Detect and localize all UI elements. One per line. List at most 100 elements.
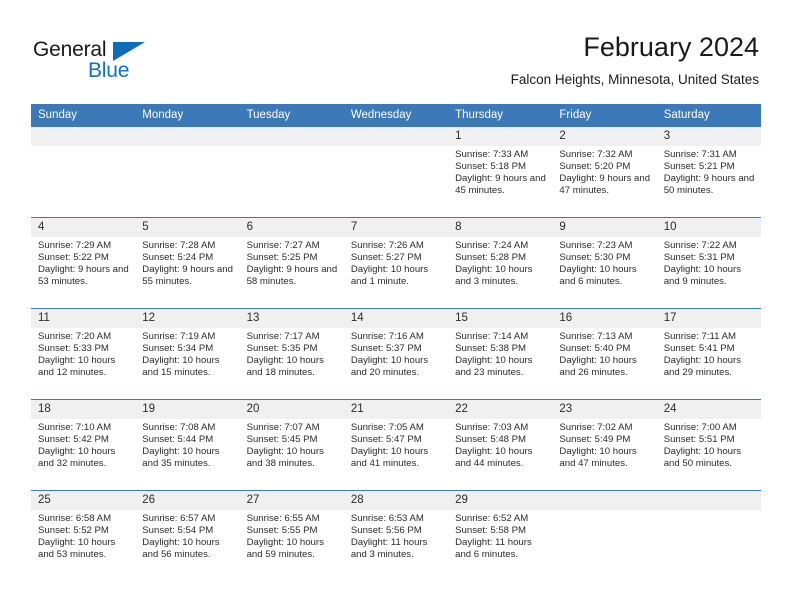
calendar-day-cell[interactable]: 4 Sunrise: 7:29 AM Sunset: 5:22 PM Daylight… — [31, 217, 136, 309]
daylight-text: Daylight: 10 hours and 20 minutes. — [350, 355, 429, 379]
calendar-day-cell[interactable]: 9 Sunrise: 7:23 AM Sunset: 5:30 PM Daylight… — [552, 217, 657, 309]
daylight-text: Daylight: 10 hours and 44 minutes. — [455, 446, 533, 470]
calendar-day-cell[interactable]: 21 Sunrise: 7:05 AM Sunset: 5:47 PM Dayligh… — [343, 399, 449, 491]
day-number: 5 — [135, 218, 240, 237]
day-cell-inner: 19 Sunrise: 7:08 AM Sunset: 5:44 PM Dayligh… — [135, 400, 240, 490]
calendar-day-cell[interactable]: 22 Sunrise: 7:03 AM Sunset: 5:48 PM Dayligh… — [448, 399, 553, 491]
day-cell-inner: 24 Sunrise: 7:00 AM Sunset: 5:51 PM Dayligh… — [656, 400, 761, 490]
day-cell-inner: 12 Sunrise: 7:19 AM Sunset: 5:34 PM Dayligh… — [135, 309, 240, 399]
calendar-day-cell[interactable]: 18 Sunrise: 7:10 AM Sunset: 5:42 PM Dayligh… — [31, 399, 136, 491]
day-details: Sunrise: 7:03 AM Sunset: 5:48 PM Daylight:… — [448, 419, 552, 470]
day-number: 21 — [343, 400, 449, 419]
calendar-day-cell[interactable]: 25 Sunrise: 6:58 AM Sunset: 5:52 PM Dayligh… — [31, 490, 136, 581]
daylight-text: Daylight: 10 hours and 1 minute. — [350, 264, 429, 288]
calendar-day-cell[interactable]: 5 Sunrise: 7:28 AM Sunset: 5:24 PM Daylight… — [135, 217, 240, 309]
sunset-text: Sunset: 5:35 PM — [246, 343, 318, 355]
day-details: Sunrise: 7:05 AM Sunset: 5:47 PM Daylight:… — [344, 419, 448, 470]
calendar-day-cell[interactable]: 17 Sunrise: 7:11 AM Sunset: 5:41 PM Dayligh… — [656, 308, 761, 400]
day-number: 3 — [656, 127, 761, 146]
day-number: 6 — [239, 218, 344, 237]
calendar-day-cell[interactable]: 26 Sunrise: 6:57 AM Sunset: 5:54 PM Dayligh… — [135, 490, 240, 581]
weekday-header-saturday: Saturday — [656, 104, 761, 127]
sunrise-text: Sunrise: 7:28 AM — [142, 240, 216, 251]
day-details: Sunrise: 6:58 AM Sunset: 5:52 PM Daylight:… — [31, 510, 135, 561]
calendar-day-cell[interactable]: 15 Sunrise: 7:14 AM Sunset: 5:38 PM Dayligh… — [448, 308, 553, 400]
sunrise-text: Sunrise: 7:05 AM — [350, 422, 424, 433]
day-details: Sunrise: 7:32 AM Sunset: 5:20 PM Daylight:… — [552, 146, 656, 197]
day-number: 29 — [448, 491, 553, 510]
day-number — [552, 491, 657, 510]
day-cell-inner: 20 Sunrise: 7:07 AM Sunset: 5:45 PM Dayligh… — [239, 400, 344, 490]
daylight-text: Daylight: 10 hours and 59 minutes. — [246, 537, 324, 561]
calendar-day-cell[interactable]: 19 Sunrise: 7:08 AM Sunset: 5:44 PM Dayligh… — [135, 399, 240, 491]
sunset-text: Sunset: 5:44 PM — [142, 434, 214, 446]
sunrise-text: Sunrise: 7:17 AM — [246, 331, 320, 342]
sunset-text: Sunset: 5:24 PM — [142, 252, 214, 264]
sunset-text: Sunset: 5:31 PM — [663, 252, 735, 264]
daylight-text: Daylight: 9 hours and 53 minutes. — [38, 264, 129, 288]
day-cell-inner: 28 Sunrise: 6:53 AM Sunset: 5:56 PM Dayligh… — [343, 491, 449, 581]
calendar-day-cell[interactable]: 13 Sunrise: 7:17 AM Sunset: 5:35 PM Dayligh… — [239, 308, 344, 400]
day-details: Sunrise: 7:13 AM Sunset: 5:40 PM Daylight:… — [552, 328, 656, 379]
day-details: Sunrise: 7:10 AM Sunset: 5:42 PM Daylight:… — [31, 419, 135, 470]
calendar-day-cell[interactable]: 12 Sunrise: 7:19 AM Sunset: 5:34 PM Dayligh… — [135, 308, 240, 400]
calendar-day-cell[interactable]: 11 Sunrise: 7:20 AM Sunset: 5:33 PM Dayligh… — [31, 308, 136, 400]
calendar-day-cell[interactable]: 2 Sunrise: 7:32 AM Sunset: 5:20 PM Daylight… — [552, 126, 657, 218]
sunset-text: Sunset: 5:38 PM — [455, 343, 527, 355]
day-number — [239, 127, 344, 146]
sunrise-text: Sunrise: 7:13 AM — [559, 331, 633, 342]
day-cell-inner: 13 Sunrise: 7:17 AM Sunset: 5:35 PM Dayligh… — [239, 309, 344, 399]
calendar-day-cell-empty — [343, 126, 449, 218]
day-number: 26 — [135, 491, 240, 510]
day-number: 20 — [239, 400, 344, 419]
calendar-day-cell[interactable]: 28 Sunrise: 6:53 AM Sunset: 5:56 PM Dayligh… — [343, 490, 449, 581]
day-number — [656, 491, 761, 510]
calendar-day-cell[interactable]: 27 Sunrise: 6:55 AM Sunset: 5:55 PM Dayligh… — [239, 490, 344, 581]
day-cell-inner — [31, 127, 136, 217]
day-cell-inner — [239, 127, 344, 217]
day-details: Sunrise: 7:27 AM Sunset: 5:25 PM Daylight:… — [240, 237, 344, 288]
calendar-day-cell[interactable]: 29 Sunrise: 6:52 AM Sunset: 5:58 PM Dayligh… — [448, 490, 553, 581]
calendar-day-cell[interactable]: 24 Sunrise: 7:00 AM Sunset: 5:51 PM Dayligh… — [656, 399, 761, 491]
daylight-text: Daylight: 11 hours and 6 minutes. — [455, 537, 532, 561]
calendar-day-cell[interactable]: 14 Sunrise: 7:16 AM Sunset: 5:37 PM Dayligh… — [343, 308, 449, 400]
calendar-week-row: 4 Sunrise: 7:29 AM Sunset: 5:22 PM Daylight… — [31, 217, 761, 309]
calendar-day-cell[interactable]: 23 Sunrise: 7:02 AM Sunset: 5:49 PM Dayligh… — [552, 399, 657, 491]
calendar-day-cell[interactable]: 10 Sunrise: 7:22 AM Sunset: 5:31 PM Dayligh… — [656, 217, 761, 309]
calendar-day-cell[interactable]: 3 Sunrise: 7:31 AM Sunset: 5:21 PM Daylight… — [656, 126, 761, 218]
day-details: Sunrise: 7:29 AM Sunset: 5:22 PM Daylight:… — [31, 237, 135, 288]
sunset-text: Sunset: 5:18 PM — [455, 161, 527, 173]
day-cell-inner: 4 Sunrise: 7:29 AM Sunset: 5:22 PM Daylight… — [31, 218, 136, 308]
sunset-text: Sunset: 5:51 PM — [663, 434, 735, 446]
calendar-day-cell[interactable]: 20 Sunrise: 7:07 AM Sunset: 5:45 PM Dayligh… — [239, 399, 344, 491]
day-details: Sunrise: 7:26 AM Sunset: 5:27 PM Daylight:… — [344, 237, 448, 288]
sunrise-text: Sunrise: 6:53 AM — [350, 513, 424, 524]
brand-logo[interactable]: General Blue — [33, 38, 213, 90]
calendar-day-cell[interactable]: 8 Sunrise: 7:24 AM Sunset: 5:28 PM Daylight… — [448, 217, 553, 309]
calendar-day-cell[interactable]: 1 Sunrise: 7:33 AM Sunset: 5:18 PM Daylight… — [448, 126, 553, 218]
day-details: Sunrise: 7:24 AM Sunset: 5:28 PM Daylight:… — [448, 237, 552, 288]
day-cell-inner: 26 Sunrise: 6:57 AM Sunset: 5:54 PM Dayligh… — [135, 491, 240, 581]
sunrise-text: Sunrise: 7:08 AM — [142, 422, 216, 433]
day-number: 15 — [448, 309, 553, 328]
sunrise-text: Sunrise: 7:26 AM — [350, 240, 424, 251]
day-number: 16 — [552, 309, 657, 328]
sunrise-text: Sunrise: 7:23 AM — [559, 240, 633, 251]
calendar-day-cell[interactable]: 16 Sunrise: 7:13 AM Sunset: 5:40 PM Dayligh… — [552, 308, 657, 400]
day-number — [343, 127, 449, 146]
sunset-text: Sunset: 5:56 PM — [350, 525, 422, 537]
day-details: Sunrise: 7:00 AM Sunset: 5:51 PM Daylight:… — [657, 419, 761, 470]
day-cell-inner: 29 Sunrise: 6:52 AM Sunset: 5:58 PM Dayligh… — [448, 491, 553, 581]
day-number: 13 — [239, 309, 344, 328]
day-number: 24 — [656, 400, 761, 419]
brand-name-blue: Blue — [88, 59, 130, 82]
sunrise-text: Sunrise: 7:29 AM — [38, 240, 112, 251]
calendar-day-cell[interactable]: 6 Sunrise: 7:27 AM Sunset: 5:25 PM Daylight… — [239, 217, 344, 309]
day-number: 2 — [552, 127, 657, 146]
calendar-body: 1 Sunrise: 7:33 AM Sunset: 5:18 PM Daylight… — [31, 126, 761, 581]
day-cell-inner: 7 Sunrise: 7:26 AM Sunset: 5:27 PM Daylight… — [343, 218, 449, 308]
day-details: Sunrise: 7:28 AM Sunset: 5:24 PM Daylight:… — [135, 237, 239, 288]
day-number: 18 — [31, 400, 136, 419]
sunrise-text: Sunrise: 7:14 AM — [455, 331, 529, 342]
calendar-day-cell[interactable]: 7 Sunrise: 7:26 AM Sunset: 5:27 PM Daylight… — [343, 217, 449, 309]
